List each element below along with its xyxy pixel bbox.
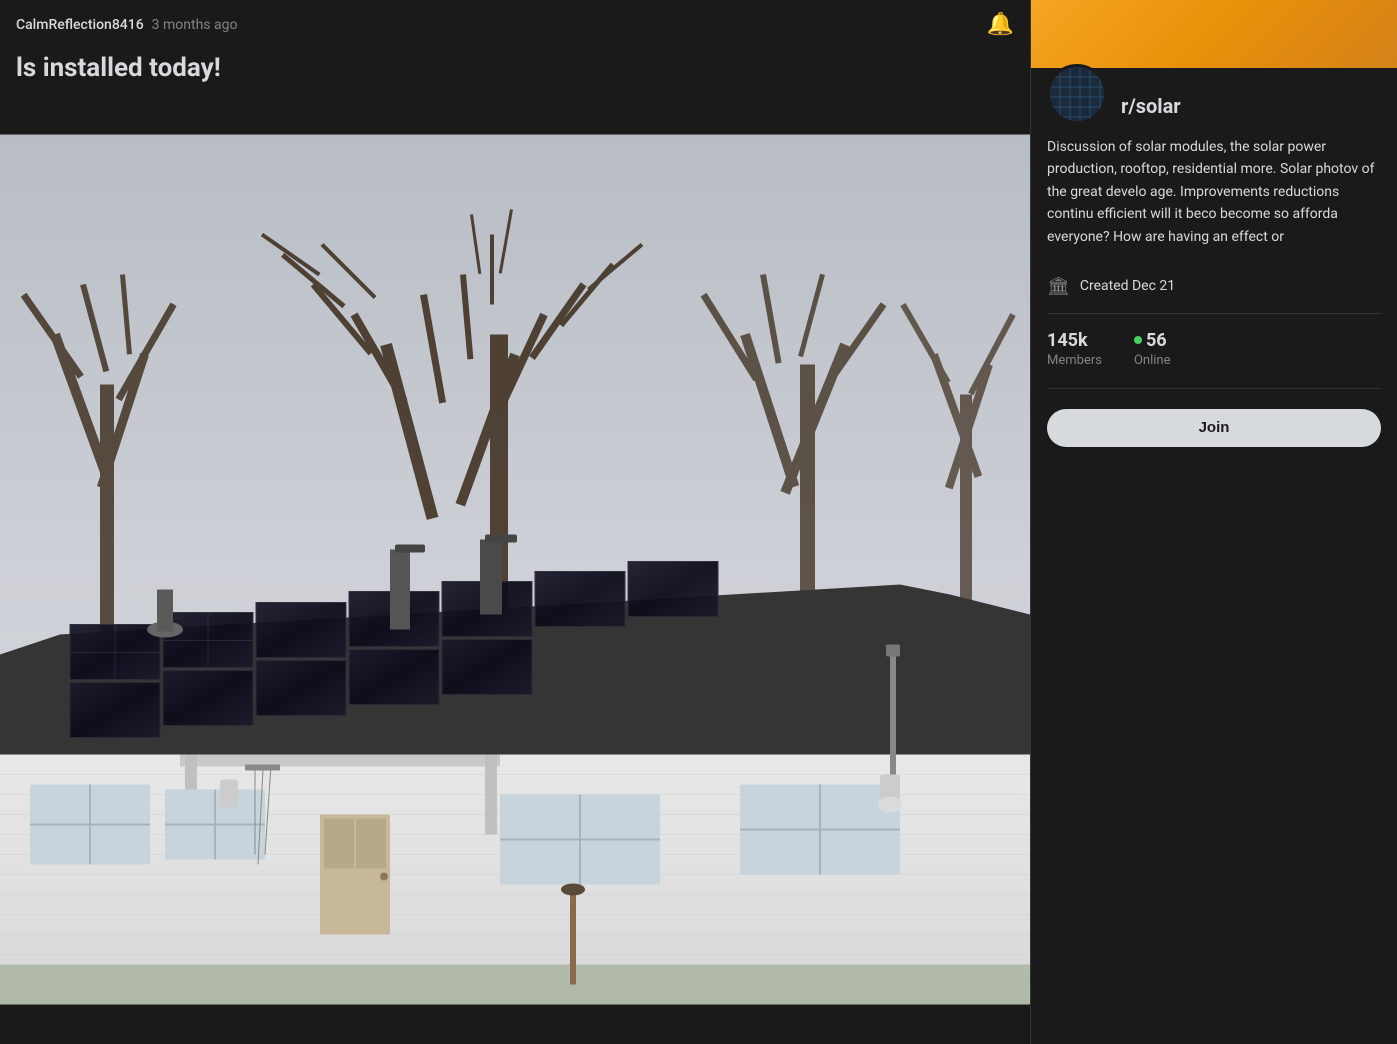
members-stat: 145k Members (1047, 330, 1102, 368)
subreddit-name[interactable]: r/solar (1121, 94, 1181, 118)
sidebar-created: 🏛 Created Dec 21 (1031, 264, 1397, 309)
main-post-area: CalmReflection8416 3 months ago 🔔 ls ins… (0, 0, 1030, 1044)
online-stat: 56 Online (1134, 330, 1171, 368)
join-button-area: Join (1031, 397, 1397, 459)
online-count: 56 (1146, 330, 1167, 351)
subreddit-avatar (1047, 64, 1107, 124)
sidebar-banner (1031, 0, 1397, 68)
created-date: Created Dec 21 (1080, 278, 1175, 294)
notification-bell-icon[interactable]: 🔔 (987, 12, 1014, 37)
sidebar: r/solar Discussion of solar modules, the… (1030, 0, 1397, 1044)
sidebar-stats: 145k Members 56 Online (1031, 318, 1397, 380)
post-image (0, 95, 1030, 1044)
members-count: 145k (1047, 330, 1102, 351)
post-title: ls installed today! (0, 49, 1030, 95)
sidebar-divider-2 (1047, 388, 1381, 389)
online-dot-icon (1134, 336, 1142, 344)
post-meta: CalmReflection8416 3 months ago (16, 17, 237, 33)
join-button[interactable]: Join (1047, 409, 1381, 447)
post-time: 3 months ago (152, 17, 238, 33)
sidebar-divider (1047, 313, 1381, 314)
online-number-row: 56 (1134, 330, 1171, 351)
post-image-container (0, 95, 1030, 1044)
username[interactable]: CalmReflection8416 (16, 17, 144, 33)
subreddit-header: r/solar (1031, 68, 1397, 136)
post-header: CalmReflection8416 3 months ago 🔔 (0, 0, 1030, 49)
cake-icon: 🏛 (1047, 276, 1070, 297)
members-label: Members (1047, 353, 1102, 368)
online-label: Online (1134, 353, 1171, 368)
sidebar-description: Discussion of solar modules, the solar p… (1031, 136, 1397, 264)
